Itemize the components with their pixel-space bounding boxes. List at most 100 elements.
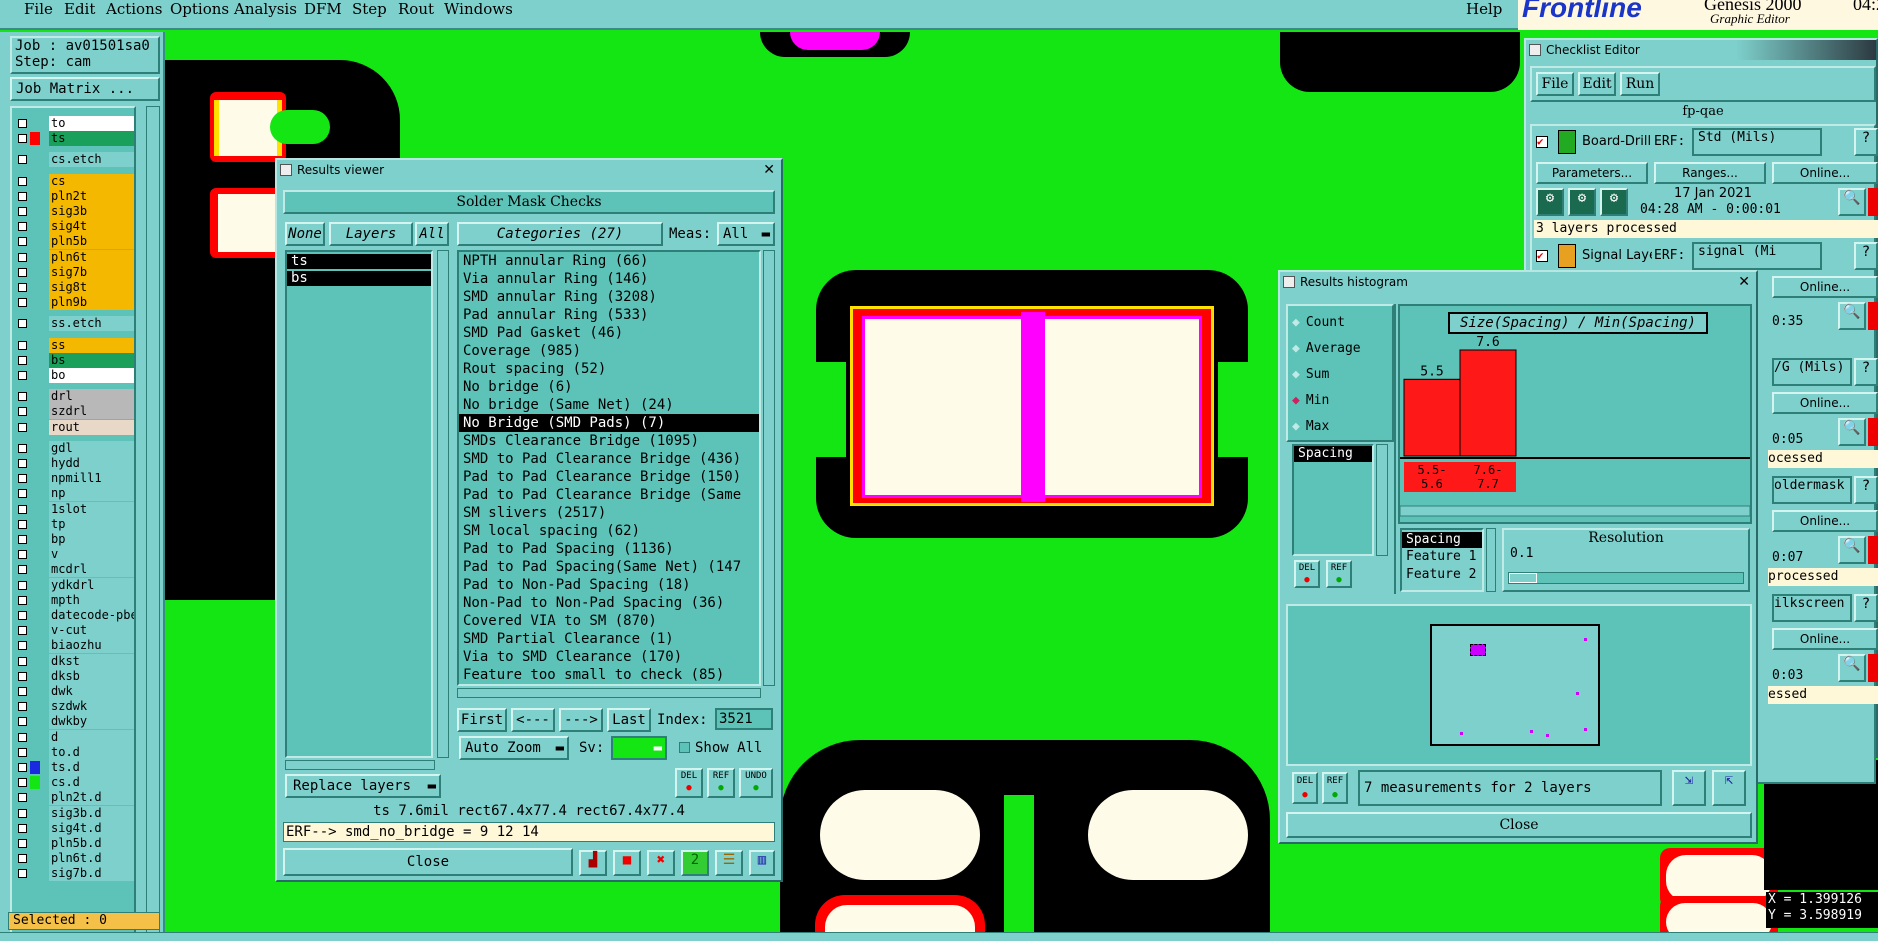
layer-row[interactable]: npmill1 <box>14 471 134 487</box>
ref-button[interactable]: REF ● <box>1326 560 1352 588</box>
layer-checkbox[interactable] <box>18 119 27 128</box>
layer-row[interactable]: d <box>14 729 134 745</box>
alert-tool-icon[interactable]: ■ <box>613 850 641 876</box>
run-icon[interactable]: ⚙ <box>1600 188 1628 216</box>
layer-row[interactable]: cs <box>14 173 134 189</box>
histogram-titlebar[interactable]: Results histogram ✕ <box>1280 272 1756 292</box>
layer-row[interactable]: biaozhu <box>14 638 134 654</box>
online-button[interactable]: Online... <box>1772 162 1878 184</box>
layer-checkbox[interactable] <box>18 671 27 681</box>
online-button[interactable]: Online... <box>1772 510 1878 532</box>
layer-row[interactable]: np <box>14 486 134 502</box>
layer-row[interactable]: szdwk <box>14 699 134 715</box>
layers-list[interactable]: ts bs <box>285 250 433 758</box>
aggregate-radio[interactable]: ◆ Min <box>1292 390 1329 412</box>
layer-row[interactable]: dksb <box>14 668 134 684</box>
layers-button[interactable]: Layers <box>329 222 413 246</box>
layer-checkbox[interactable] <box>18 656 27 666</box>
layer-checkbox[interactable] <box>18 808 27 818</box>
layer-row[interactable]: cs.d <box>14 775 134 791</box>
import-icon[interactable]: ⇱ <box>1712 770 1746 806</box>
category-item[interactable]: SMD to Pad Clearance Bridge (436) <box>459 450 759 468</box>
category-item[interactable]: NPTH annular Ring (66) <box>459 252 759 270</box>
category-item[interactable]: Pad to Pad Clearance Bridge (Same <box>459 486 759 504</box>
category-item[interactable]: Pad to Pad Clearance Bridge (150) <box>459 468 759 486</box>
aggregate-radio[interactable]: ◆ Sum <box>1292 364 1329 386</box>
layer-row[interactable]: ss.etch <box>14 316 134 332</box>
category-item[interactable]: Feature too small to check (85) <box>459 666 759 684</box>
aggregate-radio[interactable]: ◆ Max <box>1292 416 1329 438</box>
layer-checkbox[interactable] <box>18 854 27 864</box>
cancel-tool-icon[interactable]: ✖ <box>647 850 675 876</box>
layer-row[interactable]: sig4t.d <box>14 820 134 836</box>
layer-row[interactable]: tp <box>14 516 134 532</box>
menu-step[interactable]: Step <box>352 0 387 18</box>
erf-value[interactable]: ilkscreen <box>1772 594 1852 622</box>
layer-checkbox[interactable] <box>18 717 27 727</box>
layer-row[interactable]: bs <box>14 352 134 368</box>
online-button[interactable]: Online... <box>1772 628 1878 650</box>
categories-button[interactable]: Categories (27) <box>457 222 663 246</box>
close-icon[interactable]: ✕ <box>1738 272 1750 292</box>
category-item[interactable]: Covered VIA to SM (870) <box>459 612 759 630</box>
layer-checkbox[interactable] <box>18 371 27 380</box>
measure-list[interactable]: Spacing <box>1292 444 1374 556</box>
layer-row[interactable]: drl <box>14 389 134 405</box>
category-item[interactable]: SMDs Clearance Bridge (1095) <box>459 432 759 450</box>
layer-row[interactable]: mcdrl <box>14 562 134 578</box>
layer-row[interactable]: 1slot <box>14 501 134 517</box>
histogram-close-button[interactable]: Close <box>1286 812 1752 838</box>
board-preview[interactable] <box>1430 624 1600 746</box>
first-button[interactable]: First <box>457 708 507 732</box>
layer-checkbox[interactable] <box>18 778 27 788</box>
layer-checkbox[interactable] <box>18 702 27 712</box>
category-item[interactable]: SM local spacing (62) <box>459 522 759 540</box>
category-item[interactable]: Pad to Non-Pad Spacing (18) <box>459 576 759 594</box>
layer-checkbox[interactable] <box>18 155 27 165</box>
layer-checkbox[interactable] <box>18 191 27 201</box>
layer-checkbox[interactable] <box>18 355 27 365</box>
category-item[interactable]: Rout spacing (52) <box>459 360 759 378</box>
layer-item[interactable]: bs <box>287 271 431 286</box>
layer-checkbox[interactable] <box>18 747 27 757</box>
field-list[interactable]: Spacing Feature 1 Feature 2 <box>1400 528 1484 592</box>
layer-row[interactable]: ss <box>14 337 134 353</box>
layer-row[interactable]: pln5b <box>14 234 134 250</box>
layer-checkbox[interactable] <box>18 407 27 417</box>
menu-rout[interactable]: Rout <box>398 0 434 18</box>
none-button[interactable]: None <box>285 222 325 246</box>
menu-analysis[interactable]: Analysis <box>234 0 297 18</box>
erf-value[interactable]: /G (Mils) <box>1772 358 1852 386</box>
category-item[interactable]: Via to SMD Clearance (170) <box>459 648 759 666</box>
layer-checkbox[interactable] <box>18 595 27 605</box>
layer-checkbox[interactable] <box>18 641 27 651</box>
layer-row[interactable]: mpth <box>14 592 134 608</box>
layer-row[interactable]: rout <box>14 419 134 435</box>
category-item[interactable]: SM slivers (2517) <box>459 504 759 522</box>
category-item[interactable]: SMD Partial Clearance (1) <box>459 630 759 648</box>
help-button[interactable]: ? <box>1854 476 1878 504</box>
layer-row[interactable]: gdl <box>14 440 134 456</box>
field-scrollbar[interactable] <box>1486 528 1496 592</box>
close-button[interactable]: Close <box>283 848 573 876</box>
layer-row[interactable]: dkst <box>14 653 134 669</box>
layer-checkbox[interactable] <box>18 732 27 742</box>
help-button[interactable]: ? <box>1854 358 1878 386</box>
layer-row[interactable]: pln2t.d <box>14 790 134 806</box>
layer-checkbox[interactable] <box>18 611 27 620</box>
layer-checkbox[interactable] <box>18 319 27 329</box>
layer-checkbox[interactable] <box>18 763 27 772</box>
last-button[interactable]: Last <box>607 708 651 732</box>
help-button[interactable]: ? <box>1854 242 1878 270</box>
category-item[interactable]: SMD Pad Gasket (46) <box>459 324 759 342</box>
layer-checkbox[interactable] <box>18 252 27 262</box>
categories-hscrollbar[interactable] <box>457 688 761 698</box>
layer-checkbox[interactable] <box>18 580 27 590</box>
layers-scrollbar[interactable] <box>437 250 449 758</box>
layer-row[interactable]: dwkby <box>14 714 134 730</box>
help-button[interactable]: ? <box>1854 594 1878 622</box>
histogram-tool-icon[interactable]: ▥ <box>749 850 775 876</box>
layers-hscrollbar[interactable] <box>285 760 435 770</box>
layer-checkbox[interactable] <box>18 267 27 277</box>
layer-row[interactable]: ts <box>14 131 134 147</box>
